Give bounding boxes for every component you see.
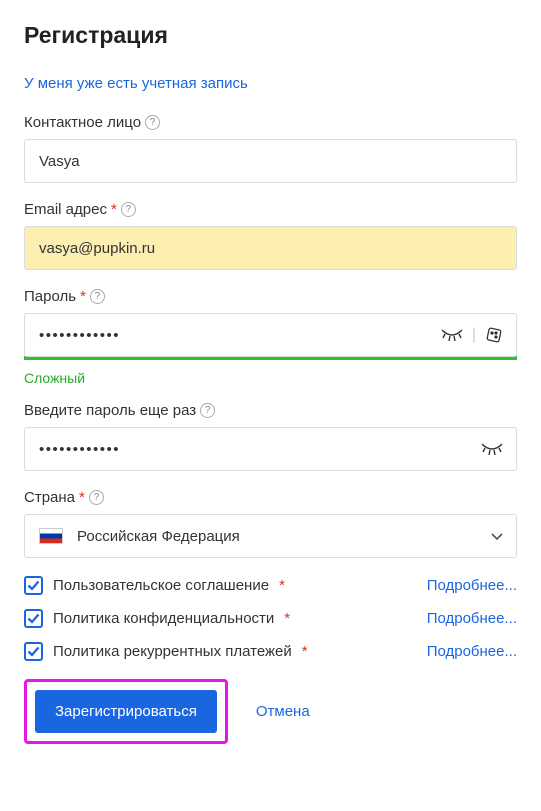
help-icon[interactable]: ? [200,403,215,418]
page-title: Регистрация [24,22,517,49]
country-label: Страна [24,489,75,506]
required-asterisk: * [111,201,117,218]
password-strength-label: Сложный [24,370,517,386]
register-button[interactable]: Зарегистрироваться [35,690,217,733]
agreement-checkbox[interactable] [24,576,43,595]
password-input[interactable] [25,316,440,355]
password-repeat-input[interactable] [25,430,480,469]
agreement-more-link[interactable]: Подробнее... [427,577,517,594]
country-selected: Российская Федерация [63,517,490,556]
login-link[interactable]: У меня уже есть учетная запись [24,75,248,92]
required-asterisk: * [284,610,290,627]
required-asterisk: * [302,643,308,660]
agreement-checkbox[interactable] [24,609,43,628]
contact-label: Контактное лицо [24,114,141,131]
agreement-more-link[interactable]: Подробнее... [427,610,517,627]
required-asterisk: * [79,489,85,506]
chevron-down-icon [490,531,504,541]
email-label: Email адрес [24,201,107,218]
eye-closed-icon[interactable] [480,442,504,456]
agreement-label: Политика конфиденциальности [53,610,274,627]
password-repeat-label: Введите пароль еще раз [24,402,196,419]
help-icon[interactable]: ? [90,289,105,304]
cancel-button[interactable]: Отмена [256,703,310,720]
agreement-checkbox[interactable] [24,642,43,661]
agreement-label: Политика рекуррентных платежей [53,643,292,660]
agreement-label: Пользовательское соглашение [53,577,269,594]
highlight-annotation: Зарегистрироваться [24,679,228,744]
dice-icon[interactable] [484,325,504,345]
flag-icon [39,528,63,544]
help-icon[interactable]: ? [121,202,136,217]
password-label: Пароль [24,288,76,305]
help-icon[interactable]: ? [145,115,160,130]
required-asterisk: * [80,288,86,305]
required-asterisk: * [279,577,285,594]
help-icon[interactable]: ? [89,490,104,505]
contact-input[interactable] [25,142,516,181]
country-select[interactable]: Российская Федерация [24,514,517,558]
agreement-more-link[interactable]: Подробнее... [427,643,517,660]
eye-closed-icon[interactable] [440,328,464,342]
email-input[interactable] [25,229,516,268]
